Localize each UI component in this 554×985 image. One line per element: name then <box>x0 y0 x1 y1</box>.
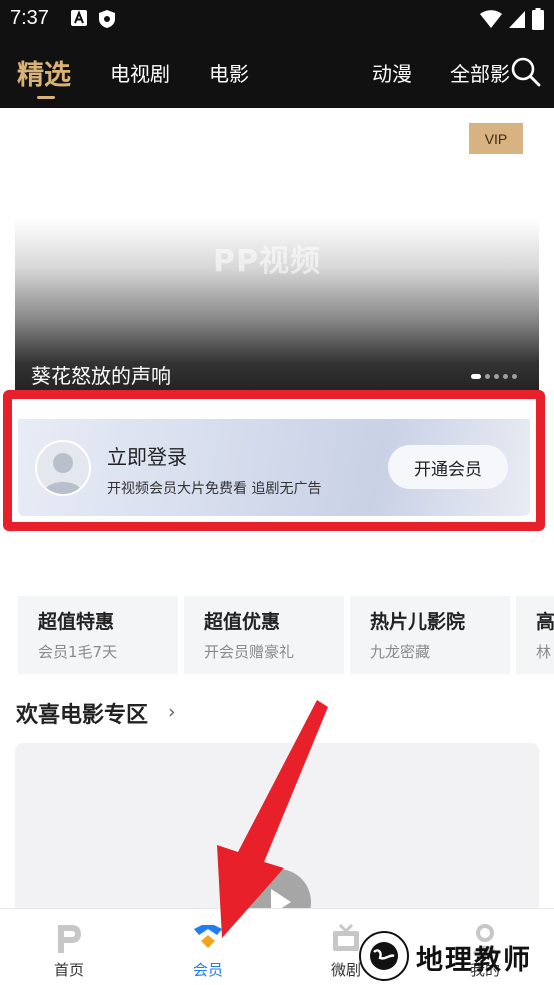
promo-subtitle: 开会员赠豪礼 <box>204 643 295 661</box>
red-highlight-box <box>3 390 545 531</box>
promo-title: 高 <box>536 611 554 633</box>
tab-all-films[interactable]: 全部影 <box>450 58 510 87</box>
overlay-logo-text: 地理教师 <box>416 945 532 976</box>
app-notification-icon <box>70 9 88 33</box>
signal-icon <box>508 9 526 33</box>
bottom-nav-vip[interactable]: 会员 <box>178 919 238 981</box>
promo-title: 超值优惠 <box>204 611 281 633</box>
promo-card[interactable]: 热片儿影院 九龙密藏 <box>350 596 510 674</box>
promo-card[interactable]: 高 林 <box>516 596 554 674</box>
top-nav: 精选 电视剧 电影 动漫 全部影 <box>0 38 554 108</box>
carousel-dot <box>503 374 508 379</box>
system-icons <box>480 8 544 34</box>
bottom-nav-home[interactable]: 首页 <box>39 919 99 981</box>
promo-subtitle: 林 <box>536 643 552 661</box>
active-tab-indicator <box>37 96 55 99</box>
globe-logo-icon <box>359 931 409 981</box>
tab-tv-series[interactable]: 电视剧 <box>110 58 170 87</box>
promo-card[interactable]: 超值优惠 开会员赠豪礼 <box>184 596 344 674</box>
carousel-dot <box>485 374 490 379</box>
status-time: 7:37 <box>10 7 49 29</box>
pp-logo-icon <box>58 925 81 953</box>
notification-icons <box>70 9 116 33</box>
promo-card[interactable]: 超值特惠 会员1毛7天 <box>18 596 178 674</box>
status-bar: 7:37 <box>0 0 554 38</box>
promo-subtitle: 九龙密藏 <box>370 643 431 661</box>
section-title[interactable]: 欢喜电影专区 <box>16 697 148 729</box>
carousel-dot <box>471 374 481 379</box>
bottom-nav-label: 首页 <box>53 961 84 979</box>
promo-row: 超值特惠 会员1毛7天 超值优惠 开会员赠豪礼 热片儿影院 九龙密藏 高 林 <box>18 596 554 676</box>
chevron-right-icon[interactable]: › <box>168 701 176 723</box>
battery-icon <box>532 8 544 34</box>
tab-anime[interactable]: 动漫 <box>372 58 412 87</box>
wifi-icon <box>480 9 502 33</box>
tab-movies[interactable]: 电影 <box>209 58 249 87</box>
promo-subtitle: 会员1毛7天 <box>38 643 118 661</box>
banner-title: 葵花怒放的声响 <box>31 364 171 388</box>
promo-title: 超值特惠 <box>38 611 115 633</box>
carousel-dot <box>494 374 499 379</box>
banner-watermark: PP视频 <box>213 244 321 279</box>
carousel-dot <box>512 374 517 379</box>
overlay-logo: 地理教师 <box>358 930 554 985</box>
carousel-indicator <box>471 374 517 379</box>
tab-featured[interactable]: 精选 <box>17 53 71 92</box>
vip-diamond-icon <box>194 925 222 948</box>
vip-badge: VIP <box>469 123 523 154</box>
search-icon[interactable] <box>510 56 542 88</box>
featured-banner[interactable]: VIP PP视频 葵花怒放的声响 <box>15 108 539 398</box>
bottom-nav-label: 会员 <box>192 961 223 979</box>
shield-icon <box>98 9 116 33</box>
promo-title: 热片儿影院 <box>370 611 466 633</box>
